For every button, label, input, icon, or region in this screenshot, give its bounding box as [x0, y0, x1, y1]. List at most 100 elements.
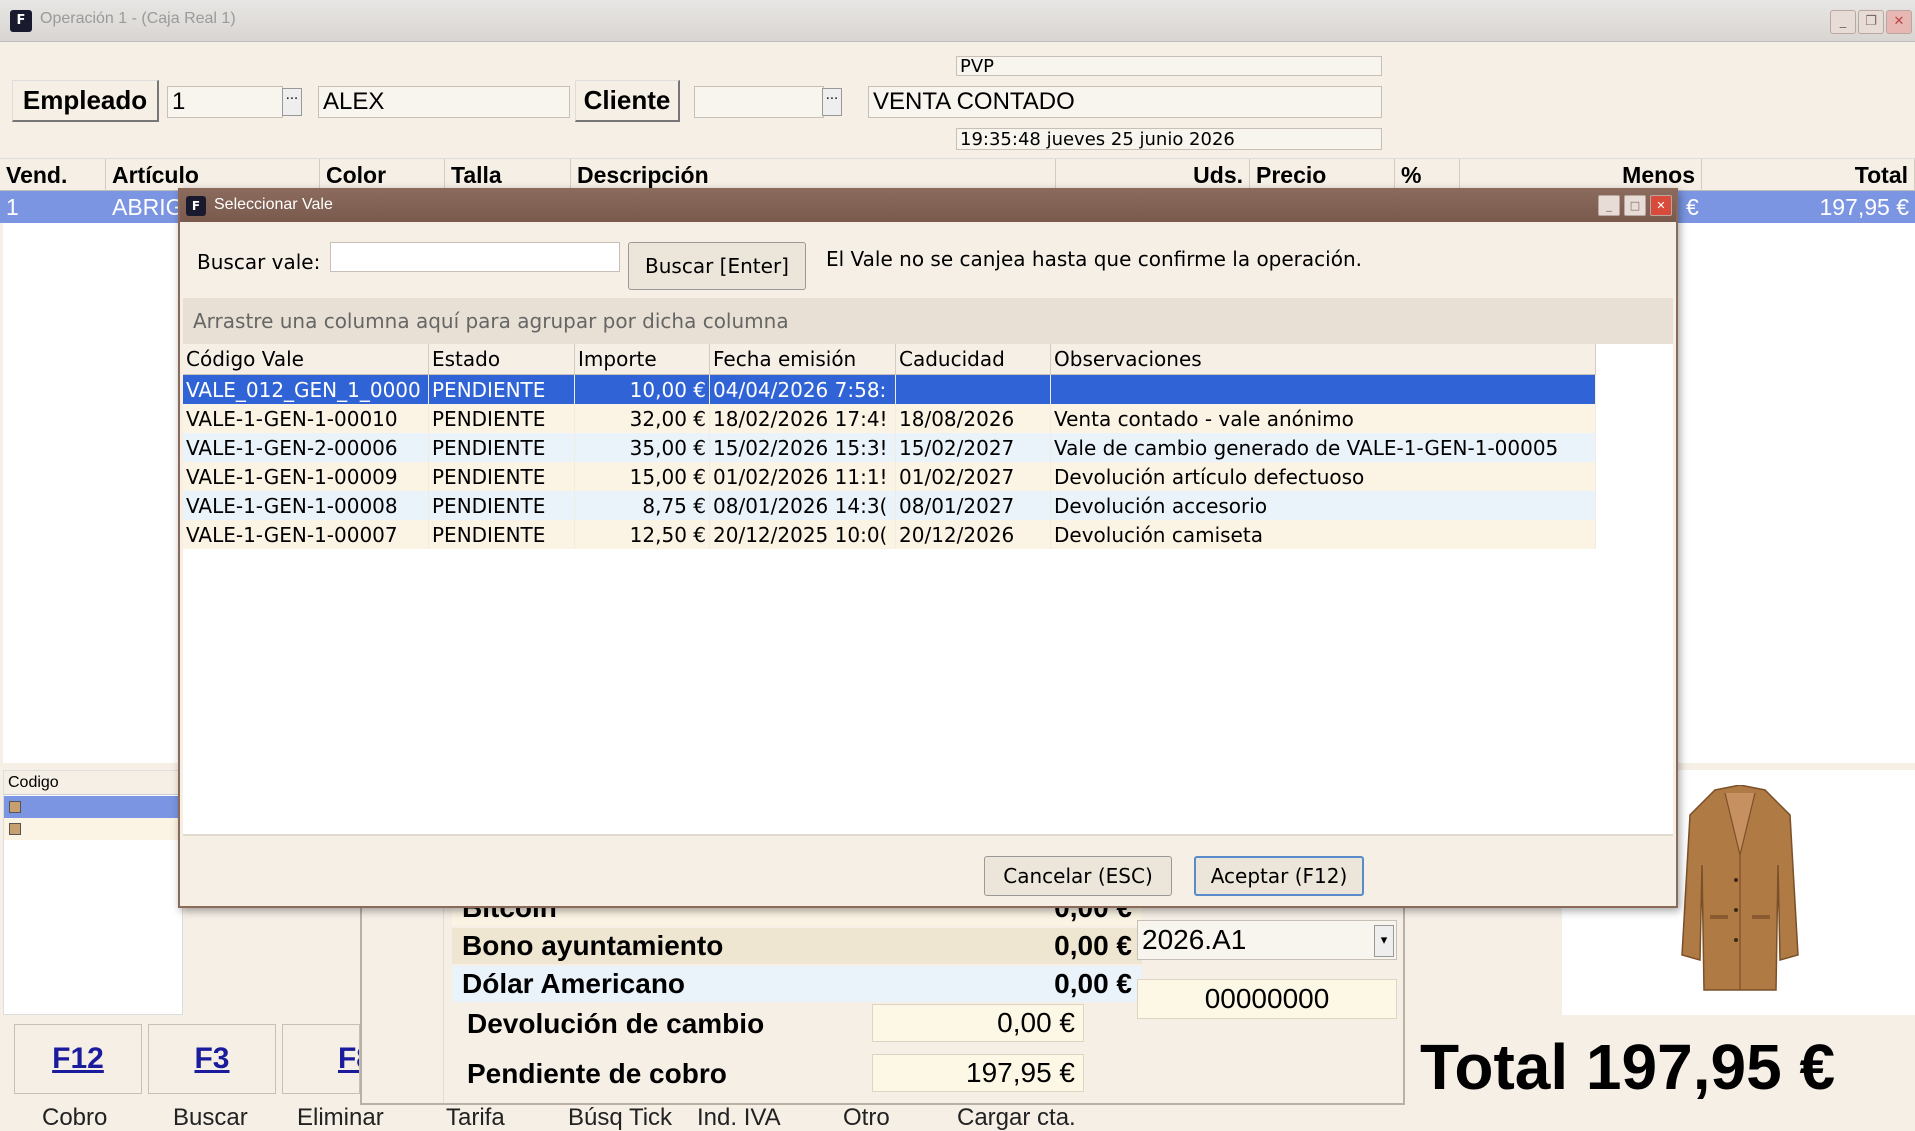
minimize-icon[interactable]: _ — [1830, 10, 1856, 34]
f3-buscar-button[interactable]: F3 — [148, 1024, 276, 1094]
table-row[interactable]: VALE_012_GEN_1_0000 PENDIENTE 10,00 € 04… — [183, 375, 1596, 404]
empleado-lookup-button[interactable]: ··· — [282, 88, 302, 116]
cell-importe: 35,00 € — [575, 433, 710, 462]
numero-field[interactable]: 00000000 — [1137, 979, 1397, 1019]
cell-caducidad: 18/08/2026 — [896, 404, 1051, 433]
grand-total: Total 197,95 € — [1420, 1031, 1836, 1103]
busq-tick-label[interactable]: Búsq Tick — [568, 1104, 672, 1131]
maximize-icon[interactable]: □ — [1624, 195, 1646, 216]
cell-caducidad — [896, 375, 1051, 404]
cliente-button[interactable]: Cliente — [575, 80, 680, 122]
cell-estado: PENDIENTE — [429, 433, 575, 462]
seleccionar-vale-dialog: F Seleccionar Vale _ □ ✕ Buscar vale: Bu… — [178, 188, 1678, 908]
cell-observaciones: Venta contado - vale anónimo — [1051, 404, 1596, 433]
cell-observaciones — [1051, 375, 1596, 404]
cliente-lookup-button[interactable]: ··· — [822, 88, 842, 116]
row-total: 197,95 € — [1819, 193, 1909, 220]
minimize-icon[interactable]: _ — [1598, 195, 1620, 216]
vales-table: Código Vale Estado Importe Fecha emisión… — [183, 344, 1673, 834]
f12-cobro-button[interactable]: F12 — [14, 1024, 142, 1094]
dialog-body: Buscar vale: Buscar [Enter] El Vale no s… — [180, 222, 1676, 906]
col-caducidad[interactable]: Caducidad — [896, 344, 1051, 375]
window-title: Operación 1 - (Caja Real 1) — [40, 10, 236, 27]
datetime-display: 19:35:48 jueves 25 junio 2026 — [956, 128, 1382, 150]
tarifa-label[interactable]: Tarifa — [446, 1104, 505, 1131]
cell-importe: 32,00 € — [575, 404, 710, 433]
payment-value: 0,00 € — [1054, 930, 1132, 961]
serie-value: 2026.A1 — [1142, 924, 1247, 955]
cliente-code-field[interactable] — [694, 86, 824, 118]
payment-value: 0,00 € — [1054, 968, 1132, 999]
codigo-row[interactable] — [4, 796, 184, 818]
table-row[interactable]: VALE-1-GEN-1-00009 PENDIENTE 15,00 € 01/… — [183, 462, 1596, 491]
empleado-code-field[interactable]: 1 — [167, 86, 283, 118]
cell-fecha: 15/02/2026 15:3! — [710, 433, 896, 462]
table-row[interactable]: VALE-1-GEN-1-00008 PENDIENTE 8,75 € 08/0… — [183, 491, 1596, 520]
eliminar-label: Eliminar — [297, 1104, 384, 1131]
cell-estado: PENDIENTE — [429, 462, 575, 491]
table-row[interactable]: VALE-1-GEN-1-00007 PENDIENTE 12,50 € 20/… — [183, 520, 1596, 549]
codigo-header: Codigo — [4, 771, 184, 795]
codigo-row[interactable] — [4, 818, 184, 840]
dialog-title-bar: F Seleccionar Vale _ □ ✕ — [180, 190, 1676, 222]
cell-codigo: VALE-1-GEN-1-00010 — [183, 404, 429, 433]
accept-button[interactable]: Aceptar (F12) — [1194, 856, 1364, 896]
cargar-cta-label[interactable]: Cargar cta. — [957, 1104, 1076, 1131]
otro-label[interactable]: Otro — [843, 1104, 890, 1131]
cell-fecha: 18/02/2026 17:4! — [710, 404, 896, 433]
cell-caducidad: 20/12/2026 — [896, 520, 1051, 549]
dialog-footer-divider — [183, 834, 1673, 836]
f8-eliminar-button[interactable]: F8 — [282, 1024, 360, 1094]
search-input[interactable] — [330, 242, 620, 272]
close-icon[interactable]: ✕ — [1650, 195, 1672, 216]
group-by-area[interactable]: Arrastre una columna aquí para agrupar p… — [183, 298, 1673, 344]
cell-estado: PENDIENTE — [429, 520, 575, 549]
search-button[interactable]: Buscar [Enter] — [628, 242, 806, 290]
cancel-button[interactable]: Cancelar (ESC) — [984, 856, 1172, 896]
dialog-note: El Vale no se canjea hasta que confirme … — [826, 247, 1362, 271]
cell-importe: 12,50 € — [575, 520, 710, 549]
devolucion-label: Devolución de cambio — [467, 1008, 765, 1039]
row-vend: 1 — [6, 193, 19, 220]
window-title-bar: F Operación 1 - (Caja Real 1) _ ❐ ✕ — [0, 0, 1915, 42]
payment-label: Bono ayuntamiento — [462, 930, 724, 961]
coat-image — [1681, 785, 1799, 991]
restore-icon[interactable]: ❐ — [1858, 10, 1884, 34]
cell-caducidad: 08/01/2027 — [896, 491, 1051, 520]
cell-codigo: VALE-1-GEN-1-00007 — [183, 520, 429, 549]
close-icon[interactable]: ✕ — [1886, 10, 1912, 34]
cell-codigo: VALE-1-GEN-2-00006 — [183, 433, 429, 462]
payment-row-dolar[interactable]: Dólar Americano 0,00 € — [452, 966, 1142, 1002]
pendiente-value: 197,95 € — [872, 1054, 1084, 1092]
chevron-down-icon[interactable]: ▾ — [1374, 925, 1394, 957]
cell-estado: PENDIENTE — [429, 491, 575, 520]
f8-key-label: F8 — [337, 1042, 359, 1075]
cell-observaciones: Vale de cambio generado de VALE-1-GEN-1-… — [1051, 433, 1596, 462]
payment-row-bono[interactable]: Bono ayuntamiento 0,00 € — [452, 928, 1142, 964]
col-vend[interactable]: Vend. — [0, 159, 106, 192]
dialog-title: Seleccionar Vale — [214, 196, 333, 213]
cell-observaciones: Devolución accesorio — [1051, 491, 1596, 520]
col-observaciones[interactable]: Observaciones — [1051, 344, 1596, 375]
cell-codigo: VALE_012_GEN_1_0000 — [183, 375, 429, 404]
ind-iva-label[interactable]: Ind. IVA — [697, 1104, 781, 1131]
col-codigo-vale[interactable]: Código Vale — [183, 344, 429, 375]
col-estado[interactable]: Estado — [429, 344, 575, 375]
cell-fecha: 08/01/2026 14:3( — [710, 491, 896, 520]
table-row[interactable]: VALE-1-GEN-1-00010 PENDIENTE 32,00 € 18/… — [183, 404, 1596, 433]
table-row[interactable]: VALE-1-GEN-2-00006 PENDIENTE 35,00 € 15/… — [183, 433, 1596, 462]
cell-observaciones: Devolución camiseta — [1051, 520, 1596, 549]
col-fecha-emision[interactable]: Fecha emisión — [710, 344, 896, 375]
empleado-button[interactable]: Empleado — [12, 80, 159, 122]
cell-estado: PENDIENTE — [429, 375, 575, 404]
price-list-field: PVP — [956, 56, 1382, 77]
cell-importe: 15,00 € — [575, 462, 710, 491]
col-total[interactable]: Total — [1702, 159, 1915, 192]
cell-caducidad: 01/02/2027 — [896, 462, 1051, 491]
codigo-panel: Codigo — [3, 770, 184, 1015]
cell-fecha: 01/02/2026 11:1! — [710, 462, 896, 491]
cell-fecha: 04/04/2026 7:58: — [710, 375, 896, 404]
buscar-label: Buscar — [173, 1104, 248, 1131]
serie-select[interactable]: 2026.A1 ▾ — [1137, 920, 1397, 960]
col-importe[interactable]: Importe — [575, 344, 710, 375]
